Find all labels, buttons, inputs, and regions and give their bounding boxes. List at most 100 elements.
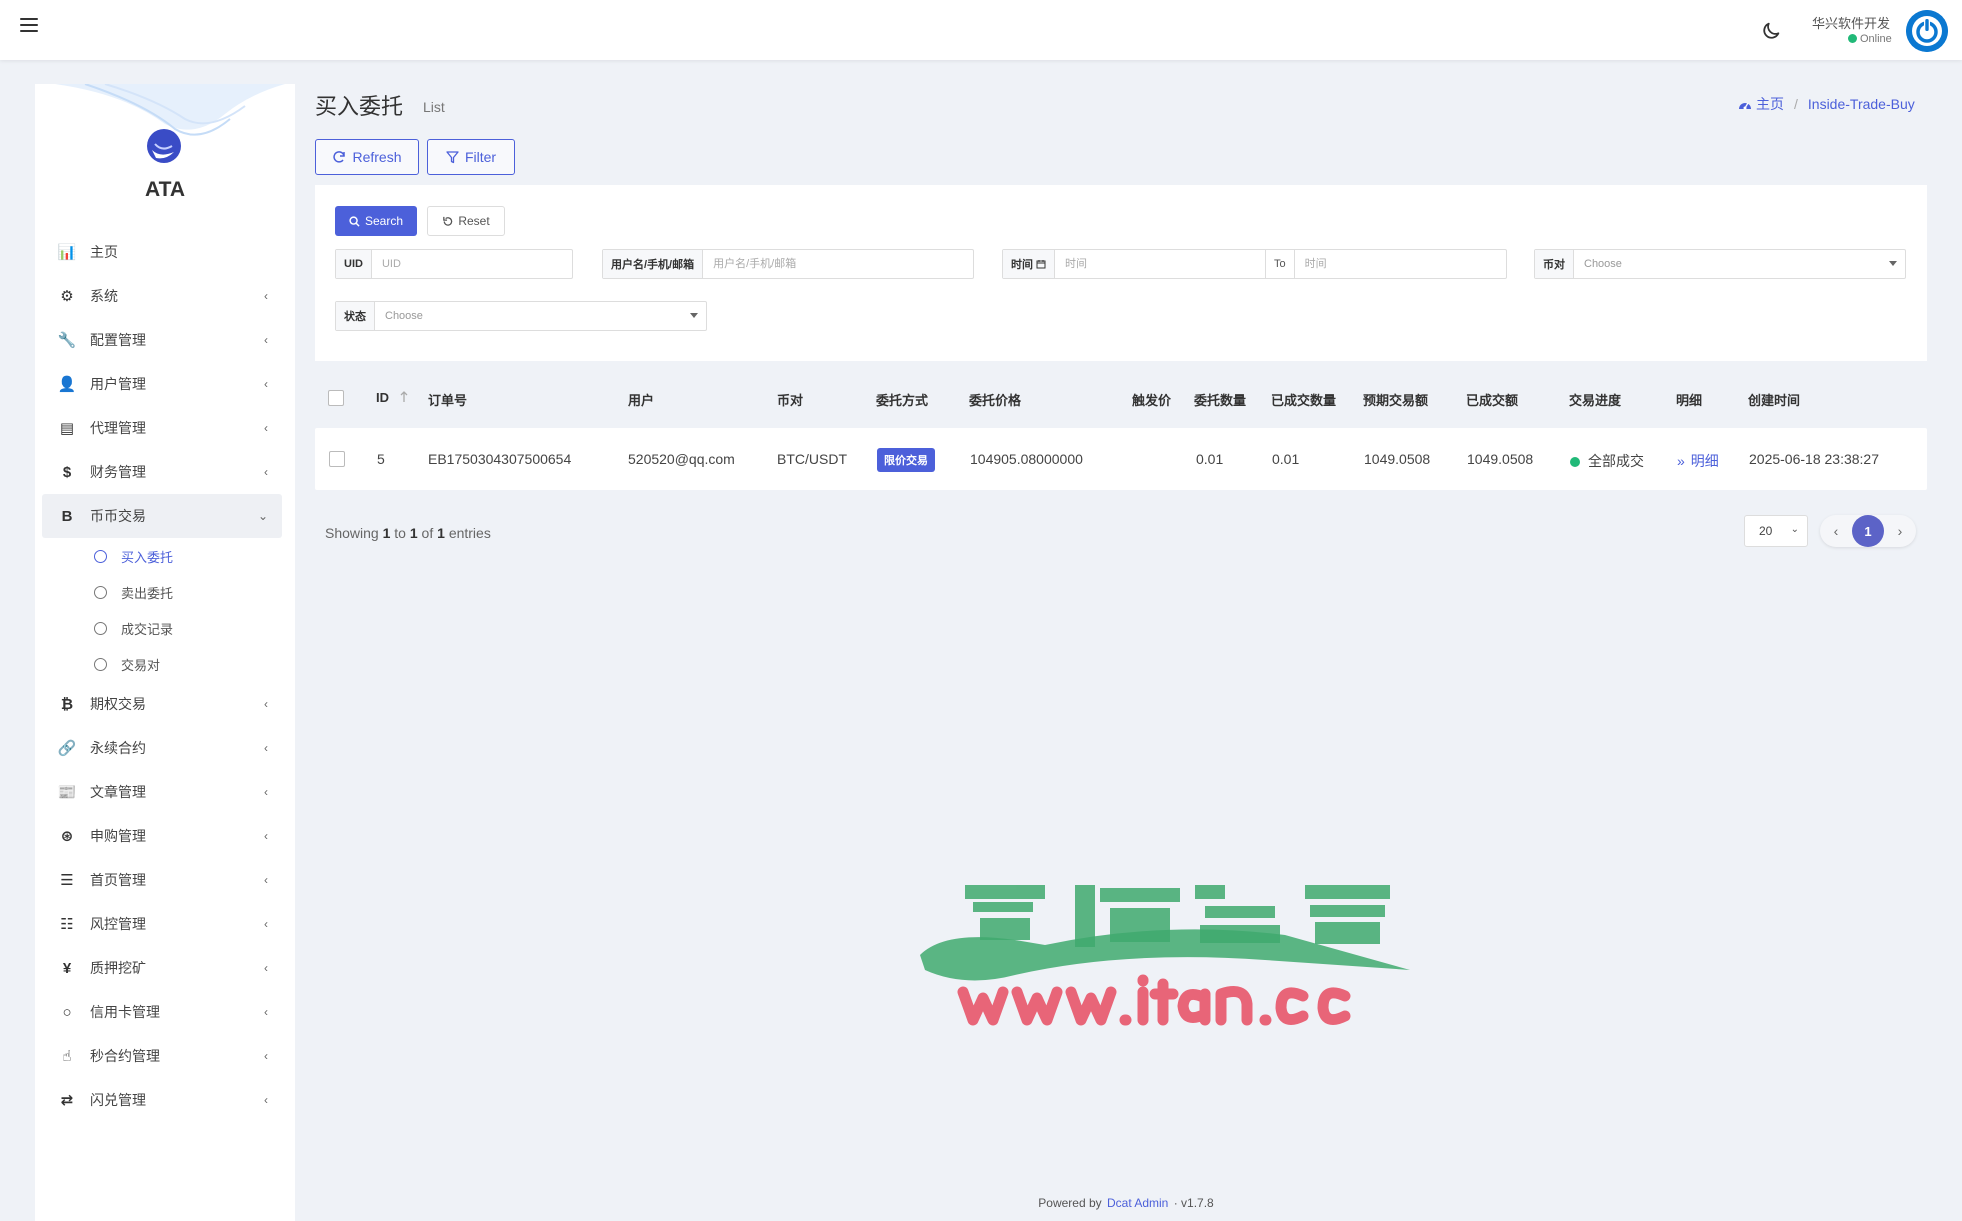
sidebar-item-16[interactable]: ⇄ 闪兑管理 ‹ — [42, 1078, 282, 1122]
sidebar-subitem-label: 交易对 — [121, 657, 161, 673]
user-avatar-power-icon[interactable] — [1906, 10, 1948, 52]
sidebar-item-13[interactable]: ¥ 质押挖矿 ‹ — [42, 946, 282, 990]
col-price: 委托价格 — [969, 393, 1022, 408]
sidebar-item-label: 秒合约管理 — [90, 1048, 160, 1064]
search-button[interactable]: Search — [335, 206, 417, 236]
user-label: 用户名/手机/邮箱 — [603, 250, 704, 278]
row-checkbox[interactable] — [329, 451, 345, 467]
filter-button[interactable]: Filter — [427, 139, 515, 175]
breadcrumb-home[interactable]: 主页 — [1756, 94, 1784, 114]
sidebar-item-15[interactable]: ☝ 秒合约管理 ‹ — [42, 1034, 282, 1078]
showing-to-word: to — [394, 525, 406, 541]
circle-icon — [94, 549, 107, 563]
col-expected-amount: 预期交易额 — [1363, 393, 1429, 408]
sidebar-item-0[interactable]: 📊 主页 — [42, 230, 282, 274]
showing-to: 1 — [409, 525, 418, 541]
sidebar-menu: 📊 主页 ⚙ 系统 ‹ 🔧 配置管理 ‹ 👤 用户管理 ‹ ▤ 代理管理 ‹ $ 财务管理 ‹ B 币币交易 ⌄ 买入委… — [42, 230, 282, 1122]
chevron-down-icon: ⌄ — [1790, 524, 1799, 535]
uid-label: UID — [336, 250, 372, 278]
uid-input[interactable] — [371, 250, 572, 278]
pair-select[interactable]: Choose — [1574, 250, 1905, 278]
chevron-left-icon: ‹ — [264, 1049, 268, 1063]
sidebar-item-label: 系统 — [90, 288, 118, 304]
sidebar-item-1[interactable]: ⚙ 系统 ‹ — [42, 274, 282, 318]
refresh-button[interactable]: Refresh — [315, 139, 419, 175]
sidebar-item-7[interactable]: ₿ 期权交易 ‹ — [42, 682, 282, 726]
yen-icon: ¥ — [62, 959, 72, 977]
sidebar-subitem-label: 卖出委托 — [121, 585, 174, 601]
sidebar-item-5[interactable]: $ 财务管理 ‹ — [42, 450, 282, 494]
table-row: 5 EB1750304307500654 520520@qq.com BTC/U… — [315, 428, 1927, 490]
col-filled-qty: 已成交数量 — [1271, 393, 1337, 408]
breadcrumb-current[interactable]: Inside-Trade-Buy — [1808, 96, 1915, 112]
sidebar-subitem-1[interactable]: 卖出委托 — [42, 574, 282, 610]
col-progress: 交易进度 — [1569, 393, 1622, 408]
sidebar-item-label: 申购管理 — [90, 828, 146, 844]
link-icon: 🔗 — [57, 740, 77, 757]
circle-icon — [94, 621, 107, 635]
sidebar-subitem-3[interactable]: 交易对 — [42, 646, 282, 682]
menu-toggle-icon[interactable] — [20, 18, 38, 36]
per-page-value: 20 — [1759, 524, 1773, 538]
filter-label: Filter — [464, 149, 497, 165]
col-id[interactable]: ID — [376, 390, 409, 405]
user-input[interactable] — [703, 250, 973, 278]
chevron-left-icon: ‹ — [264, 873, 268, 887]
user-icon: 👤 — [57, 376, 77, 393]
chevron-left-icon: ‹ — [264, 333, 268, 347]
sort-arrow-icon[interactable] — [399, 391, 409, 403]
sidebar-item-label: 币币交易 — [90, 508, 146, 524]
col-pair: 币对 — [777, 393, 804, 408]
chevron-left-icon: ‹ — [264, 961, 268, 975]
footer-powered-by: Powered by — [1038, 1196, 1102, 1210]
sidebar-item-11[interactable]: ☰ 首页管理 ‹ — [42, 858, 282, 902]
cell-created: 2025-06-18 23:38:27 — [1749, 451, 1879, 467]
chevron-left-icon: ‹ — [264, 421, 268, 435]
sidebar-item-9[interactable]: 📰 文章管理 ‹ — [42, 770, 282, 814]
chevron-left-icon: ‹ — [264, 917, 268, 931]
page-1-button[interactable]: 1 — [1852, 515, 1884, 547]
detail-link[interactable]: » 明细 — [1677, 451, 1719, 471]
cell-order-no: EB1750304307500654 — [428, 451, 572, 467]
chevron-left-icon: ‹ — [264, 785, 268, 799]
breadcrumb-separator: / — [1794, 96, 1798, 112]
sidebar-item-6[interactable]: B 币币交易 ⌄ — [42, 494, 282, 538]
dark-mode-moon-icon[interactable] — [1760, 20, 1782, 42]
prev-page-button[interactable]: ‹ — [1820, 515, 1852, 547]
sidebar-item-4[interactable]: ▤ 代理管理 ‹ — [42, 406, 282, 450]
reset-button[interactable]: Reset — [427, 206, 505, 236]
sidebar-item-14[interactable]: ○ 信用卡管理 ‹ — [42, 990, 282, 1034]
page-title: 买入委托 — [315, 94, 404, 119]
sidebar-item-label: 代理管理 — [90, 420, 146, 436]
bitcoin-icon: ₿ — [60, 695, 74, 713]
circle-icon — [94, 657, 107, 671]
next-page-button[interactable]: › — [1884, 515, 1916, 547]
sidebar-subitem-0[interactable]: 买入委托 — [42, 538, 282, 574]
col-user: 用户 — [628, 393, 655, 408]
sidebar-item-label: 期权交易 — [90, 696, 146, 712]
sidebar-item-10[interactable]: ⊛ 申购管理 ‹ — [42, 814, 282, 858]
sidebar-subitem-2[interactable]: 成交记录 — [42, 610, 282, 646]
col-qty: 委托数量 — [1194, 393, 1247, 408]
user-name[interactable]: 华兴软件开发 — [1812, 13, 1890, 32]
sidebar-item-label: 信用卡管理 — [90, 1004, 160, 1020]
sidebar-item-3[interactable]: 👤 用户管理 ‹ — [42, 362, 282, 406]
exchange-icon: ⇄ — [60, 1092, 74, 1109]
footer-brand-link[interactable]: Dcat Admin — [1107, 1196, 1168, 1210]
sidebar-item-12[interactable]: ☷ 风控管理 ‹ — [42, 902, 282, 946]
sidebar-item-2[interactable]: 🔧 配置管理 ‹ — [42, 318, 282, 362]
itan-watermark-logo — [920, 885, 1410, 1026]
time-to-input[interactable] — [1294, 250, 1506, 278]
reset-label: Reset — [458, 214, 490, 228]
status-select[interactable]: Choose — [375, 302, 706, 330]
chevron-left-icon: ‹ — [264, 465, 268, 479]
sidebar-item-label: 配置管理 — [90, 332, 146, 348]
detail-link-text: 明细 — [1690, 453, 1719, 469]
time-from-input[interactable] — [1055, 250, 1265, 278]
sidebar-item-8[interactable]: 🔗 永续合约 ‹ — [42, 726, 282, 770]
filter-panel: Search Reset UID 用户名/手机/邮箱 时间 To 币对 Choo… — [315, 185, 1927, 361]
footer-separator: · — [1173, 1196, 1178, 1210]
per-page-select[interactable]: 20 ⌄ — [1744, 515, 1808, 547]
select-all-checkbox[interactable] — [328, 390, 344, 406]
chevron-left-icon: ‹ — [264, 741, 268, 755]
